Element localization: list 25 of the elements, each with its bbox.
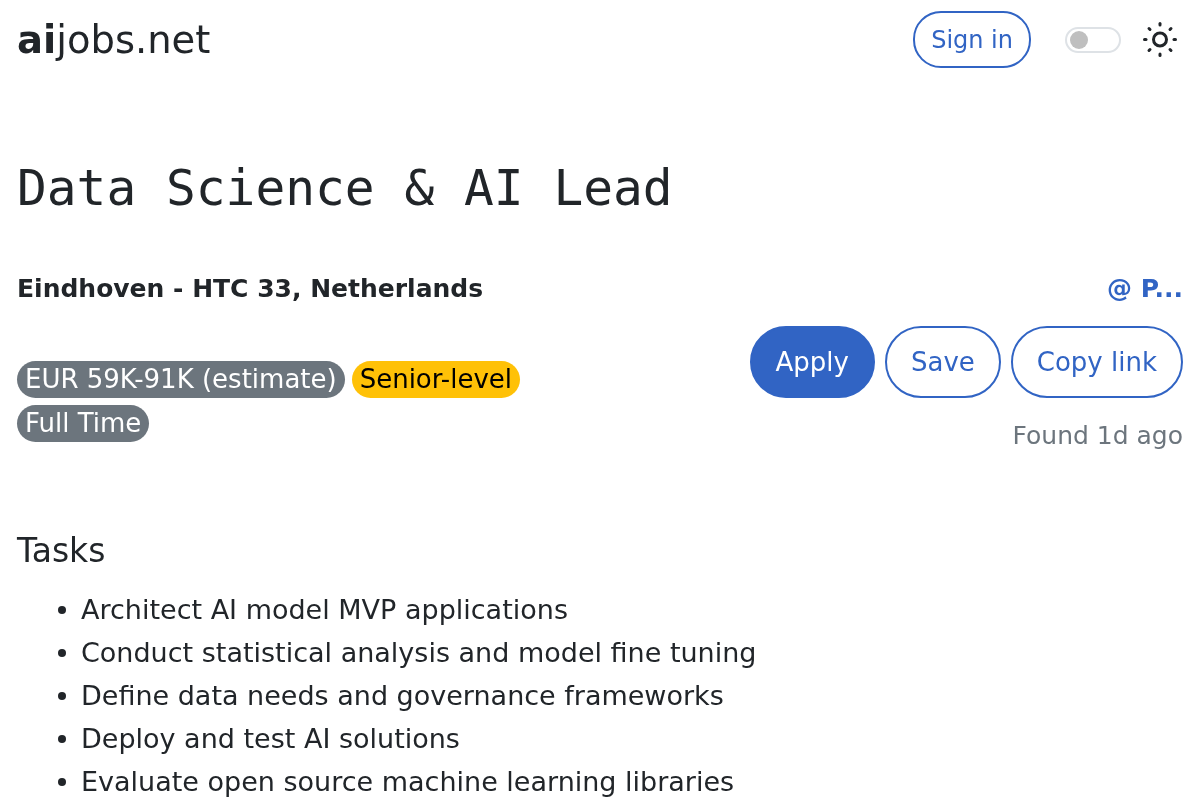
bullet-icon bbox=[58, 777, 66, 786]
company-link[interactable]: @ P... bbox=[1107, 269, 1183, 309]
task-item: Conduct statistical analysis and model fine tuning bbox=[81, 636, 757, 670]
site-logo[interactable]: aijobs.net bbox=[17, 11, 211, 68]
sun-icon[interactable] bbox=[1143, 22, 1177, 57]
task-item: Define data needs and governance frameworks bbox=[81, 679, 724, 713]
copy-link-button[interactable]: Copy link bbox=[1010, 326, 1183, 398]
sign-in-button[interactable]: Sign in bbox=[913, 11, 1031, 68]
job-title: Data Science & AI Lead bbox=[17, 158, 673, 218]
job-tag: Senior-level bbox=[351, 361, 520, 398]
bullet-icon bbox=[58, 691, 66, 700]
task-item: Architect AI model MVP applications bbox=[81, 593, 568, 627]
job-tag: Full Time bbox=[17, 405, 150, 442]
theme-toggle[interactable] bbox=[1065, 26, 1121, 53]
job-location: Eindhoven - HTC 33, Netherlands bbox=[17, 273, 484, 305]
apply-button[interactable]: Apply bbox=[749, 326, 875, 398]
job-tag: EUR 59K-91K (estimate) bbox=[17, 361, 345, 398]
bullet-icon bbox=[58, 734, 66, 743]
found-time: Found 1d ago bbox=[1012, 420, 1183, 452]
task-item: Deploy and test AI solutions bbox=[81, 722, 460, 756]
section-heading: Tasks bbox=[17, 531, 106, 571]
task-item: Evaluate open source machine learning libraries bbox=[81, 765, 735, 799]
bullet-icon bbox=[58, 605, 66, 614]
bullet-icon bbox=[58, 648, 66, 657]
save-button[interactable]: Save bbox=[884, 326, 1001, 398]
